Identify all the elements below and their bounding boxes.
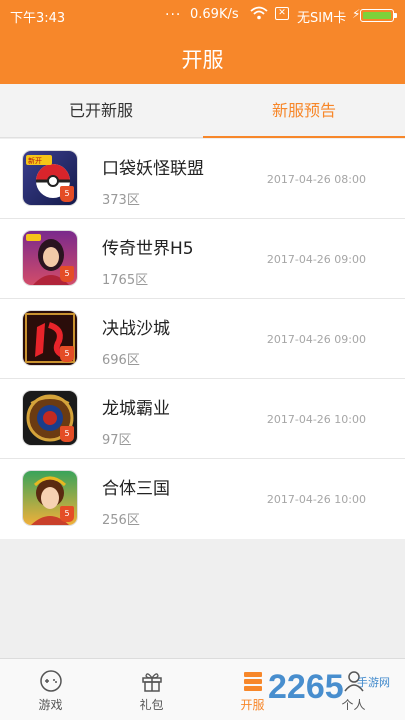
watermark-subtitle: 手游网 [357, 676, 390, 689]
sim-status: 无SIM卡 [297, 11, 347, 26]
status-bar: 下午3:43 ... 0.69K/s ✕ 无SIM卡 ⚡ [0, 0, 405, 30]
tab-upcoming-servers[interactable]: 新服预告 [203, 84, 405, 138]
notification-dots: ... [165, 3, 182, 19]
server-zone: 97区 [102, 433, 132, 448]
page-title: 开服 [181, 48, 224, 72]
app-header: 下午3:43 ... 0.69K/s ✕ 无SIM卡 ⚡ 开服 [0, 0, 405, 84]
three-kingdoms-game-icon: 5 [23, 471, 77, 525]
game-name: 龙城霸业 [102, 399, 170, 419]
open-time: 2017-04-26 10:00 [266, 493, 366, 506]
nav-games[interactable]: 游戏 [0, 659, 101, 720]
pokeball-game-icon: 新开 5 [23, 151, 77, 205]
open-time: 2017-04-26 10:00 [266, 413, 366, 426]
status-time: 下午3:43 [10, 11, 66, 26]
tab-bar: 已开新服 新服预告 [0, 84, 405, 138]
game-name: 口袋妖怪联盟 [102, 159, 204, 179]
tab-opened-servers[interactable]: 已开新服 [0, 84, 202, 138]
open-time: 2017-04-26 08:00 [266, 173, 366, 186]
html5-badge: 5 [60, 346, 74, 362]
game-name: 决战沙城 [102, 319, 170, 339]
open-time: 2017-04-26 09:00 [266, 333, 366, 346]
nav-gifts[interactable]: 礼包 [101, 659, 202, 720]
nav-label: 礼包 [139, 698, 164, 712]
watermark-logo: 2265 [268, 668, 344, 706]
server-list: 新开 5 口袋妖怪联盟 373区 2017-04-26 08:00 5 传奇世界… [0, 139, 405, 539]
list-item[interactable]: 5 龙城霸业 97区 2017-04-26 10:00 [0, 379, 405, 459]
game-name: 传奇世界H5 [102, 239, 194, 259]
battery-icon [360, 9, 397, 22]
game-name: 合体三国 [102, 479, 170, 499]
html5-badge: 5 [60, 426, 74, 442]
list-item[interactable]: 5 决战沙城 696区 2017-04-26 09:00 [0, 299, 405, 379]
server-zone: 696区 [102, 353, 140, 368]
active-tab-indicator [203, 136, 405, 138]
list-item[interactable]: 5 合体三国 256区 2017-04-26 10:00 [0, 459, 405, 539]
list-item[interactable]: 5 传奇世界H5 1765区 2017-04-26 09:00 [0, 219, 405, 299]
html5-badge: 5 [60, 186, 74, 202]
list-item[interactable]: 新开 5 口袋妖怪联盟 373区 2017-04-26 08:00 [0, 139, 405, 219]
open-time: 2017-04-26 09:00 [266, 253, 366, 266]
bottom-navigation: 游戏 礼包 开服 个人 [0, 658, 405, 720]
wifi-icon [250, 6, 268, 20]
server-zone: 256区 [102, 513, 140, 528]
server-zone: 1765区 [102, 273, 149, 288]
gift-icon [142, 673, 162, 692]
html5-badge: 5 [60, 266, 74, 282]
sand-city-game-icon: 5 [23, 311, 77, 365]
dragon-city-game-icon: 5 [23, 391, 77, 445]
network-speed: 0.69K/s [190, 7, 239, 22]
no-sim-icon: ✕ [275, 7, 289, 20]
tab-label: 已开新服 [68, 101, 133, 120]
html5-badge: 5 [60, 506, 74, 522]
svg-text:新开: 新开 [28, 156, 42, 165]
nav-label: 游戏 [38, 698, 63, 712]
legend-heroine-game-icon: 5 [23, 231, 77, 285]
tab-label: 新服预告 [271, 101, 336, 120]
server-icon [244, 672, 262, 691]
gamepad-icon [40, 670, 62, 692]
server-zone: 373区 [102, 193, 140, 208]
